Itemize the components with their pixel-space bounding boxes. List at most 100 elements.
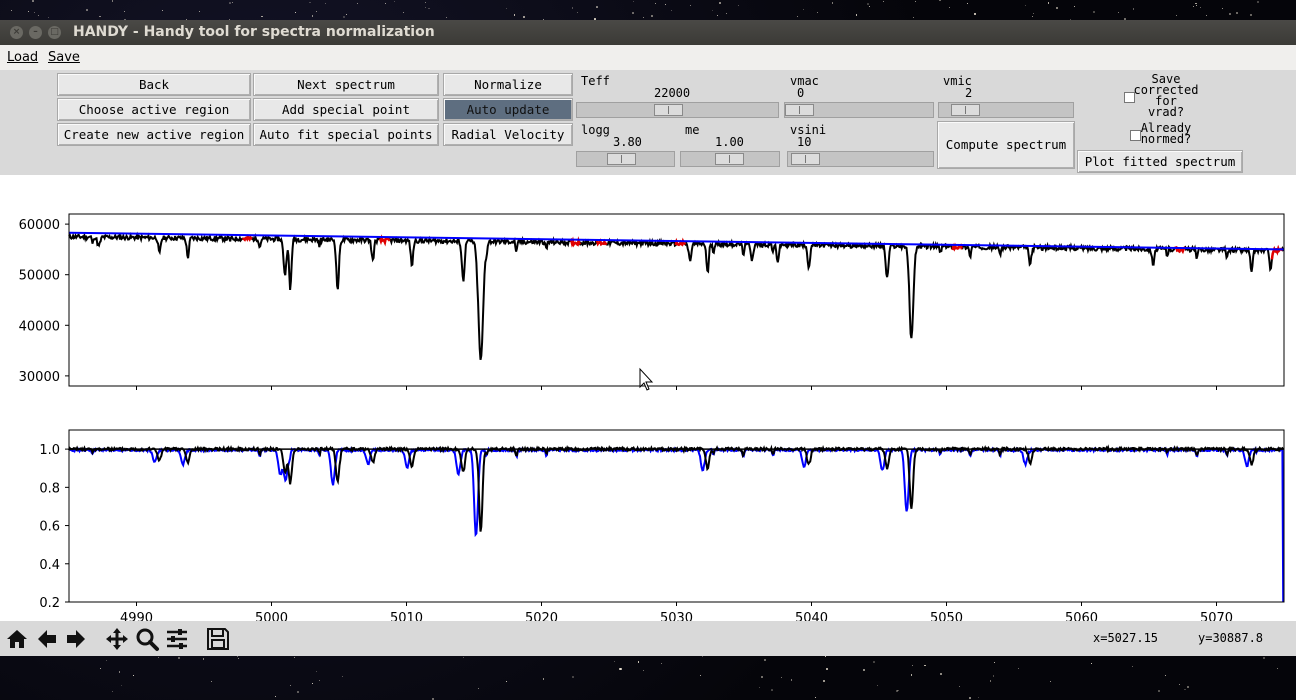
star [37, 14, 40, 17]
next-spectrum-button[interactable]: Next spectrum [253, 73, 439, 96]
star [650, 15, 653, 17]
star [1236, 12, 1239, 14]
star [309, 1, 311, 4]
star [425, 6, 426, 8]
star [719, 1, 722, 4]
star [1256, 1, 1260, 4]
star [910, 674, 913, 676]
star [1049, 680, 1051, 682]
me-slider-knob[interactable] [714, 153, 744, 165]
star [823, 679, 826, 683]
handy-window: × – □ HANDY - Handy tool for spectra nor… [0, 20, 1296, 656]
star [1032, 13, 1034, 15]
star [781, 676, 783, 678]
bottom-x-tick-label: 4990 [120, 611, 153, 621]
star [1031, 15, 1033, 17]
star [1117, 11, 1119, 13]
normalize-button[interactable]: Normalize [443, 73, 573, 96]
vmac-slider-knob[interactable] [785, 104, 814, 116]
add-special-point-button[interactable]: Add special point [253, 98, 439, 121]
star [202, 658, 205, 660]
subplots-icon[interactable] [164, 626, 190, 652]
star [1192, 6, 1194, 8]
auto-fit-special-points-button[interactable]: Auto fit special points [253, 123, 439, 146]
figure-canvas[interactable]: 4990 5000 5010 5020 5030 5040 5050 5060 5070 3000… [0, 175, 1296, 621]
choose-active-region-button[interactable]: Choose active region [57, 98, 251, 121]
auto-update-toggle[interactable]: Auto update [443, 98, 573, 121]
me-slider[interactable] [680, 151, 780, 167]
save-figure-icon[interactable] [205, 626, 231, 652]
star [1184, 689, 1186, 691]
star [831, 2, 834, 4]
back-button[interactable]: Back [57, 73, 251, 96]
bottom-x-tick-label: 5010 [390, 611, 423, 621]
star [712, 9, 714, 12]
minimize-window-icon[interactable]: – [29, 26, 42, 39]
star [632, 12, 634, 14]
home-icon[interactable] [4, 626, 30, 652]
logg-slider-knob[interactable] [606, 153, 636, 165]
star [913, 16, 914, 18]
logg-slider[interactable] [576, 151, 675, 167]
back-arrow-icon[interactable] [34, 626, 60, 652]
bottom-x-tick-label: 5060 [1065, 611, 1098, 621]
plot-fitted-spectrum-button[interactable]: Plot fitted spectrum [1077, 150, 1243, 173]
save-corrected-label: Save corrected for vrad? [1133, 72, 1199, 119]
star [1179, 683, 1180, 685]
logg-label: logg [581, 123, 610, 137]
star [1018, 667, 1019, 669]
normalized-plot[interactable]: 4990 5000 5010 5020 5030 5040 5050 5060 5070 0.2 0… [0, 391, 1296, 621]
forward-arrow-icon[interactable] [63, 626, 89, 652]
star [1277, 668, 1279, 670]
star [914, 0, 917, 2]
vmic-slider[interactable] [938, 102, 1074, 118]
star [48, 16, 50, 18]
star [699, 675, 701, 677]
star [1250, 14, 1252, 16]
star [654, 2, 656, 4]
teff-slider[interactable] [576, 102, 779, 118]
pan-icon[interactable] [104, 626, 130, 652]
star [867, 2, 870, 5]
maximize-window-icon[interactable]: □ [48, 26, 61, 39]
menu-load[interactable]: Load [7, 45, 38, 70]
spectrum-plot[interactable]: 4990500050105020503050405050506050703000… [0, 175, 1296, 391]
star [737, 4, 740, 7]
vsini-slider[interactable] [787, 151, 934, 167]
star [296, 691, 299, 694]
star [825, 668, 828, 671]
star [428, 8, 430, 10]
menu-save[interactable]: Save [48, 45, 80, 70]
vsini-slider-knob[interactable] [791, 153, 821, 165]
star [771, 688, 773, 691]
star [1222, 8, 1224, 10]
star [118, 671, 121, 673]
compute-spectrum-button[interactable]: Compute spectrum [937, 121, 1075, 169]
me-label: me [685, 123, 700, 137]
radial-velocity-button[interactable]: Radial Velocity [443, 123, 573, 146]
bottom-x-tick-label: 5030 [660, 611, 693, 621]
vmac-slider[interactable] [784, 102, 934, 118]
star [761, 676, 764, 679]
star [111, 0, 114, 2]
create-new-active-region-button[interactable]: Create new active region [57, 123, 251, 146]
teff-slider-knob[interactable] [653, 104, 683, 116]
star [576, 12, 578, 14]
bottom-x-tick-label: 5020 [525, 611, 558, 621]
control-panel: Back Next spectrum Normalize Choose acti… [0, 70, 1296, 175]
zoom-icon[interactable] [134, 626, 160, 652]
me-value: 1.00 [715, 135, 744, 149]
close-window-icon[interactable]: × [10, 26, 23, 39]
star [342, 15, 345, 18]
star [571, 675, 574, 678]
star [873, 661, 876, 663]
star [275, 696, 276, 697]
cursor-y-readout: y=30887.8 [1198, 631, 1264, 645]
top-y-tick-label: 50000 [19, 269, 60, 284]
star [939, 0, 941, 2]
star [261, 15, 263, 18]
bottom-y-tick-label: 0.6 [39, 520, 60, 535]
bottom-x-tick-label: 5070 [1200, 611, 1233, 621]
star [726, 13, 727, 15]
vmic-slider-knob[interactable] [951, 104, 981, 116]
